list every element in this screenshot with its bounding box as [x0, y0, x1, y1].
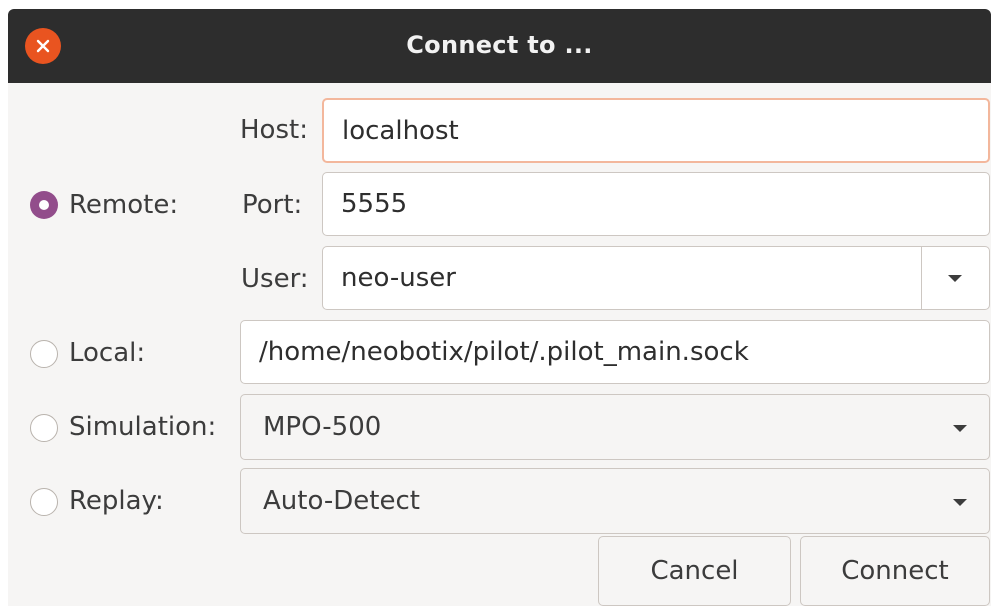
port-label: Port: — [242, 190, 303, 220]
simulation-label[interactable]: Simulation: — [69, 412, 216, 442]
window-title: Connect to ... — [406, 31, 593, 59]
cancel-button[interactable]: Cancel — [598, 536, 791, 606]
title-bar: Connect to ... — [8, 9, 991, 83]
host-input[interactable]: localhost — [322, 98, 990, 163]
host-label: Host: — [240, 115, 308, 145]
dialog-body: Remote: Host: localhost Port: 5555 User:… — [8, 83, 991, 606]
user-value: neo-user — [341, 263, 456, 293]
user-dropdown-button[interactable] — [922, 247, 989, 309]
replay-radio[interactable] — [30, 488, 58, 516]
simulation-value: MPO-500 — [263, 412, 382, 442]
remote-radio[interactable] — [30, 191, 58, 219]
replay-select[interactable]: Auto-Detect — [240, 468, 990, 534]
local-path-value: /home/neobotix/pilot/.pilot_main.sock — [259, 337, 749, 367]
port-input[interactable]: 5555 — [322, 172, 990, 236]
user-label: User: — [241, 264, 309, 294]
remote-label[interactable]: Remote: — [69, 190, 178, 220]
replay-label[interactable]: Replay: — [69, 486, 164, 516]
local-label[interactable]: Local: — [69, 338, 145, 368]
connect-button[interactable]: Connect — [800, 536, 990, 606]
radio-dot — [39, 200, 49, 210]
host-value: localhost — [342, 115, 459, 146]
local-path-input[interactable]: /home/neobotix/pilot/.pilot_main.sock — [240, 320, 990, 384]
chevron-down-icon — [948, 275, 962, 282]
port-value: 5555 — [341, 189, 408, 219]
chevron-down-icon — [953, 499, 967, 506]
simulation-select[interactable]: MPO-500 — [240, 394, 990, 460]
replay-value: Auto-Detect — [263, 486, 420, 516]
user-combo-entry[interactable]: neo-user — [322, 246, 990, 310]
simulation-radio[interactable] — [30, 414, 58, 442]
chevron-down-icon — [953, 425, 967, 432]
local-radio[interactable] — [30, 340, 58, 368]
